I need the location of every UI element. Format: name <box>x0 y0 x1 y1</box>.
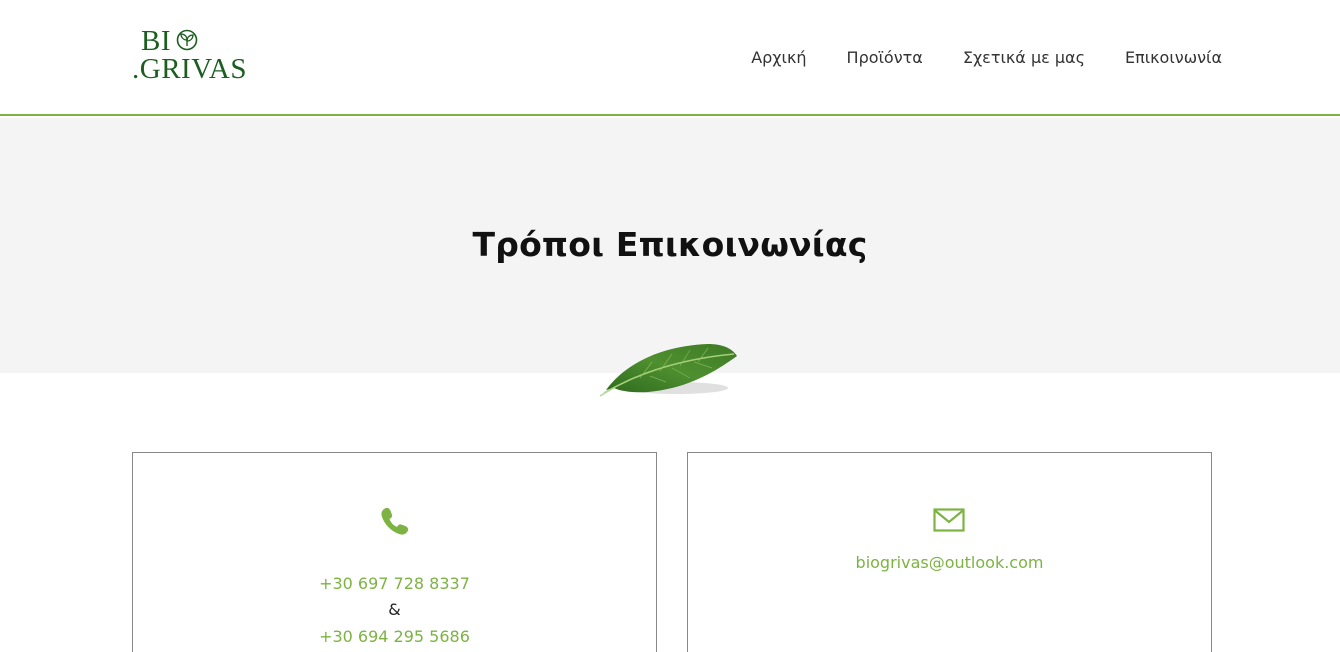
phone-card: +30 697 728 8337 & +30 694 295 5686 <box>132 452 657 652</box>
nav-item-about[interactable]: Σχετικά με μας <box>963 47 1085 69</box>
hero-banner: Τρόποι Επικοινωνίας <box>0 118 1340 373</box>
mail-icon <box>933 508 965 532</box>
email-card: biogrivas@outlook.com <box>687 452 1212 652</box>
nav-item-products[interactable]: Προϊόντα <box>847 47 923 69</box>
email-address[interactable]: biogrivas@outlook.com <box>688 553 1211 573</box>
main-nav: Αρχική Προϊόντα Σχετικά με μας Επικοινων… <box>751 47 1222 69</box>
nav-item-contact[interactable]: Επικοινωνία <box>1125 47 1222 69</box>
page-title: Τρόποι Επικοινωνίας <box>472 225 868 264</box>
site-header: BI .GRIVAS Αρχική Προϊόντα Σχετικά με μα… <box>0 0 1340 116</box>
leaf-icon <box>600 344 737 397</box>
site-logo[interactable]: BI .GRIVAS <box>132 26 272 86</box>
nav-item-home[interactable]: Αρχική <box>751 47 806 69</box>
logo-text-bottom: .GRIVAS <box>132 53 247 85</box>
logo-text-top: BI <box>141 25 171 57</box>
phone-number-2[interactable]: +30 694 295 5686 <box>133 627 656 647</box>
phone-separator: & <box>388 600 401 619</box>
phone-number-1[interactable]: +30 697 728 8337 <box>133 574 656 594</box>
logo-leaf-icon <box>176 29 198 51</box>
phone-icon <box>381 507 409 535</box>
